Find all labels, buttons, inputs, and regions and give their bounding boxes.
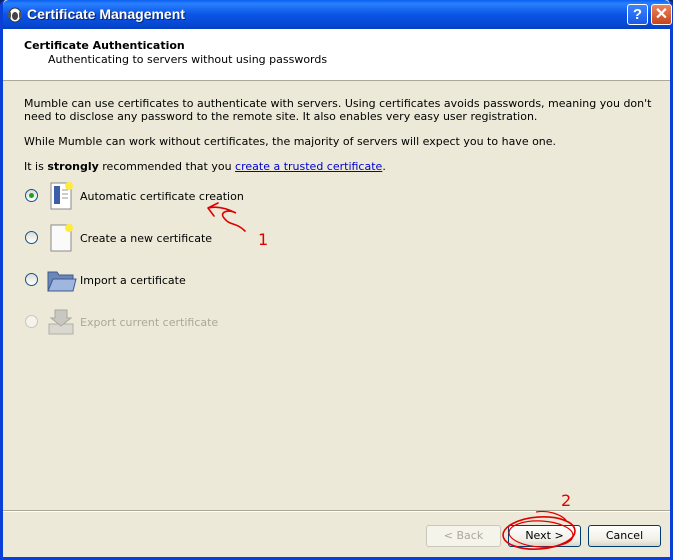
option-label: Import a certificate [80,274,186,287]
radio-automatic-certificate[interactable] [25,189,38,202]
wizard-header: Certificate Authentication Authenticatin… [3,29,670,81]
page-subtitle: Authenticating to servers without using … [48,53,328,66]
close-button[interactable]: ✕ [651,4,672,25]
export-icon [48,309,74,335]
option-label: Create a new certificate [80,232,213,245]
help-button[interactable]: ? [627,4,648,25]
option-import-certificate[interactable]: Import a certificate [3,264,403,294]
option-create-new-certificate[interactable]: Create a new certificate [3,222,403,252]
recommendation-prefix: It is [24,160,48,173]
recommendation-middle: recommended that you [98,160,236,173]
new-document-icon [50,224,73,252]
footer-separator [3,510,670,512]
certificate-management-window: Certificate Management ? ✕ Certificate A… [0,0,673,560]
description-text: Mumble can use certificates to authentic… [24,97,652,123]
description-text-2: While Mumble can work without certificat… [24,135,557,148]
option-automatic-certificate[interactable]: Automatic certificate creation [3,180,403,210]
create-trusted-certificate-link[interactable]: create a trusted certificate [235,160,382,173]
radio-import-certificate[interactable] [25,273,38,286]
cancel-button[interactable]: Cancel [588,525,661,547]
option-label: Automatic certificate creation [80,190,244,203]
page-title: Certificate Authentication [24,39,185,52]
radio-export-certificate [25,315,38,328]
next-button[interactable]: Next > [508,525,581,547]
window-title: Certificate Management [27,6,185,22]
recommendation-strong: strongly [47,160,99,173]
option-export-certificate: Export current certificate [3,306,403,336]
mumble-app-icon [8,7,22,23]
recommendation-text: It is strongly recommended that you crea… [24,160,654,173]
option-label: Export current certificate [80,316,219,329]
folder-open-icon [47,271,77,292]
back-button: < Back [426,525,501,547]
recommendation-suffix: . [382,160,386,173]
radio-create-new-certificate[interactable] [25,231,38,244]
certificate-wizard-icon [50,182,73,210]
title-bar[interactable]: Certificate Management ? ✕ [3,0,672,29]
